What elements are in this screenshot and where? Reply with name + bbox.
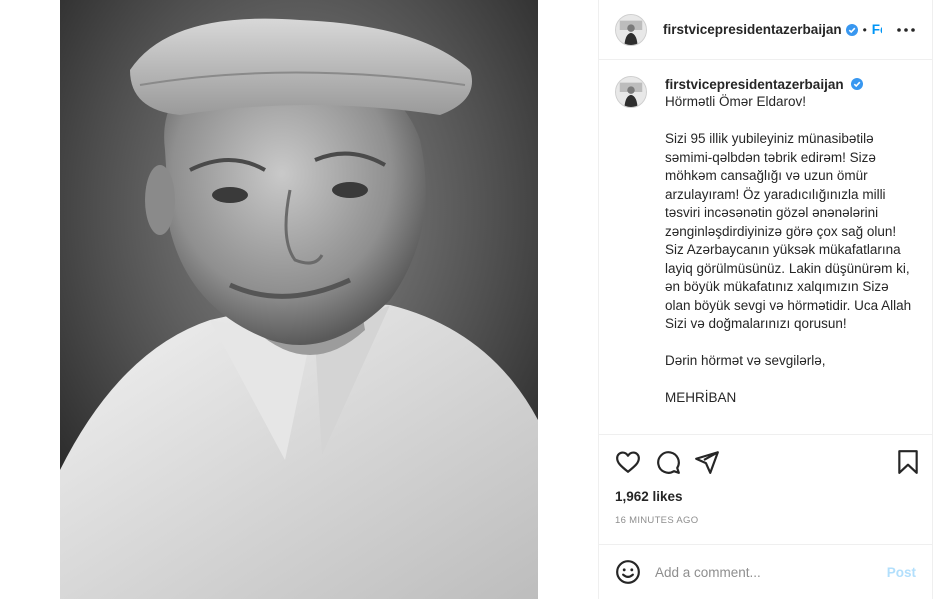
share-icon[interactable] <box>694 449 720 475</box>
heart-icon[interactable] <box>615 449 641 475</box>
add-comment-bar: Post <box>599 544 932 599</box>
avatar-image <box>616 14 646 45</box>
follow-button-clip: Follow <box>872 21 882 39</box>
post-details-panel: firstvicepresidentazerbaijan • Follow <box>598 0 933 599</box>
caption-username[interactable]: firstvicepresidentazerbaijan <box>665 77 844 92</box>
more-options-button[interactable] <box>894 20 918 40</box>
caption-text: Hörmətli Ömər Eldarov! Sizi 95 illik yub… <box>665 94 912 405</box>
post-photo[interactable] <box>60 0 538 599</box>
caption-body: firstvicepresidentazerbaijan Hörmətli Öm… <box>665 76 915 408</box>
comments-area[interactable]: firstvicepresidentazerbaijan Hörmətli Öm… <box>599 60 932 433</box>
caption-username-row: firstvicepresidentazerbaijan <box>665 76 915 93</box>
avatar-image <box>616 77 646 107</box>
verified-badge-icon <box>845 23 858 36</box>
bookmark-icon[interactable] <box>895 449 921 475</box>
post-comment-button[interactable]: Post <box>887 565 916 580</box>
likes-count[interactable]: 1,962 likes <box>615 489 683 504</box>
action-bar <box>599 434 932 484</box>
comment-icon[interactable] <box>655 449 681 475</box>
caption: firstvicepresidentazerbaijan Hörmətli Öm… <box>615 76 916 408</box>
author-avatar[interactable] <box>615 13 647 46</box>
portrait-image <box>60 0 538 599</box>
post-timestamp[interactable]: 16 MINUTES AGO <box>615 515 698 526</box>
follow-button[interactable]: Follow <box>872 22 882 37</box>
author-username[interactable]: firstvicepresidentazerbaijan <box>663 22 842 37</box>
comment-input[interactable] <box>655 564 875 580</box>
separator-dot: • <box>862 22 867 37</box>
more-options-icon <box>897 28 915 32</box>
post-header: firstvicepresidentazerbaijan • Follow <box>599 0 932 60</box>
verified-badge-icon <box>851 78 864 90</box>
caption-avatar[interactable] <box>615 76 647 108</box>
emoji-icon[interactable] <box>615 559 641 585</box>
